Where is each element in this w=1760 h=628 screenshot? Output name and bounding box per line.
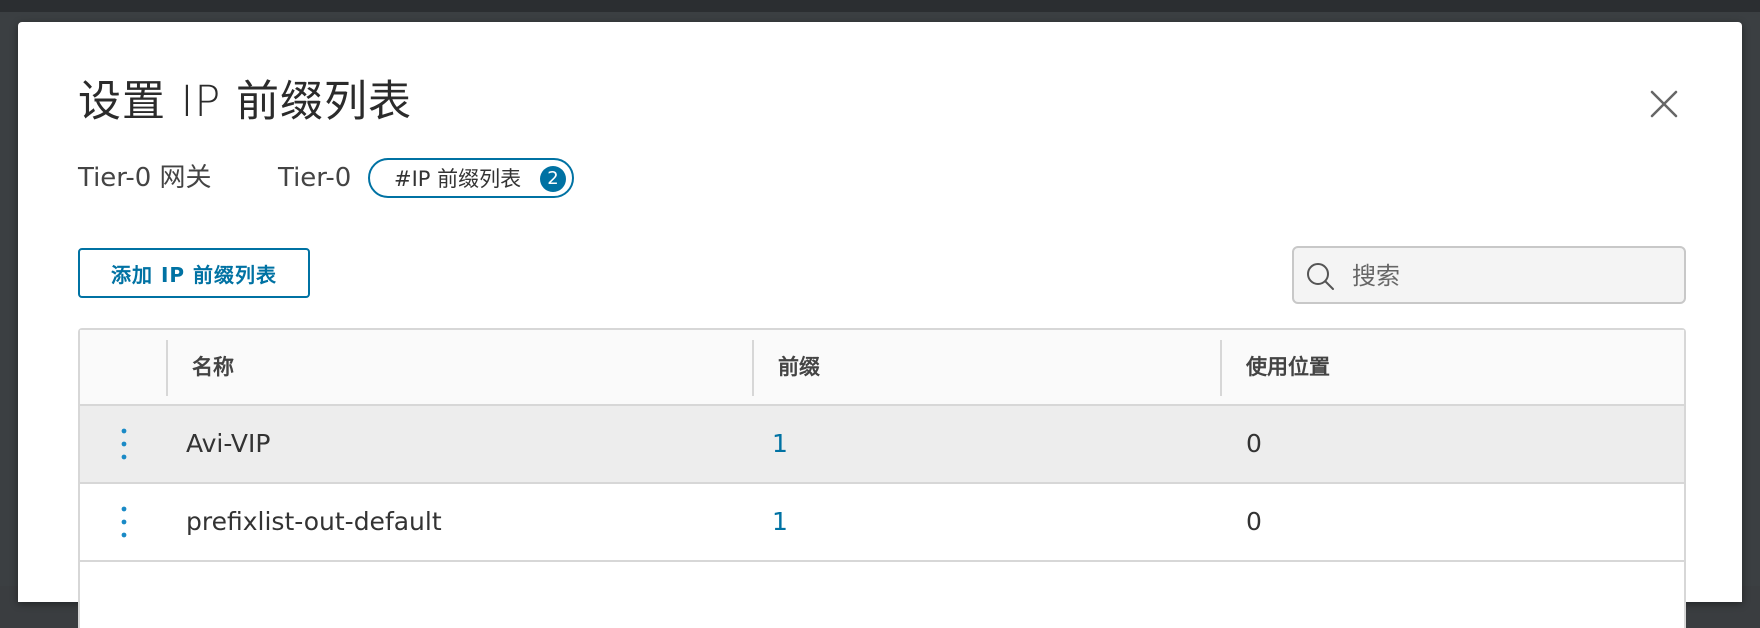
column-separator	[752, 340, 754, 396]
column-header-prefixes[interactable]: 前缀	[778, 330, 820, 404]
chip-label: #IP 前缀列表	[394, 167, 522, 191]
search-icon	[1307, 263, 1334, 290]
close-icon	[1650, 90, 1678, 118]
row-used-in: 0	[1246, 429, 1262, 458]
gateway-name: Tier-0	[278, 163, 352, 193]
add-ip-prefix-list-button[interactable]: 添加 IP 前缀列表	[78, 248, 310, 298]
row-used-in: 0	[1246, 507, 1262, 536]
ip-prefix-list-table: 名称 前缀 使用位置 Avi-VIP 1 0 prefixlist-out-de…	[78, 328, 1686, 628]
backdrop-top-bar	[0, 0, 1760, 12]
search-input[interactable]	[1350, 254, 1674, 298]
search-box[interactable]	[1292, 246, 1686, 304]
row-name: Avi-VIP	[186, 429, 271, 458]
ip-prefix-list-dialog: 设置 IP 前缀列表 Tier-0 网关 Tier-0 #IP 前缀列表 2 添…	[18, 22, 1742, 628]
table-row[interactable]: Avi-VIP 1 0	[80, 406, 1684, 484]
table-row[interactable]: prefixlist-out-default 1 0	[80, 484, 1684, 562]
table-header: 名称 前缀 使用位置	[80, 330, 1684, 406]
close-button[interactable]	[1646, 86, 1682, 122]
row-actions-menu-button[interactable]	[114, 426, 134, 462]
vertical-ellipsis-icon	[121, 428, 127, 460]
column-header-name[interactable]: 名称	[192, 330, 234, 404]
row-name: prefixlist-out-default	[186, 507, 442, 536]
column-separator	[166, 340, 168, 396]
row-prefixes-link[interactable]: 1	[772, 484, 788, 560]
row-prefixes-link[interactable]: 1	[772, 406, 788, 482]
column-header-used-in[interactable]: 使用位置	[1246, 330, 1330, 404]
gateway-type-label: Tier-0 网关	[78, 163, 212, 193]
row-actions-menu-button[interactable]	[114, 504, 134, 540]
vertical-ellipsis-icon	[121, 506, 127, 538]
column-separator	[1220, 340, 1222, 396]
dialog-title: 设置 IP 前缀列表	[78, 77, 412, 127]
chip-count-badge: 2	[540, 166, 566, 192]
ip-prefix-list-count-chip[interactable]: #IP 前缀列表 2	[368, 158, 574, 198]
